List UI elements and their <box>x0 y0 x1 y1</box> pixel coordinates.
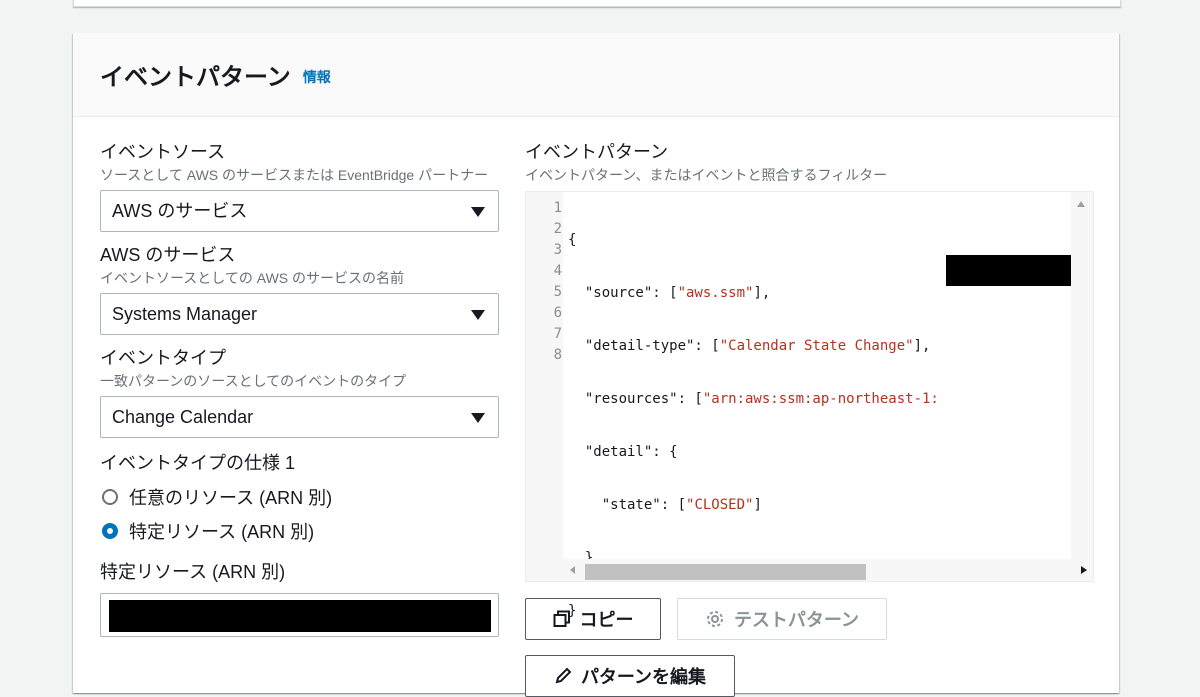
radio-specific-resource[interactable]: 特定リソース (ARN 別) <box>100 514 500 548</box>
pencil-icon <box>554 667 572 685</box>
code-line: "source": ["aws.ssm"], <box>568 283 939 304</box>
event-source-label: イベントソース <box>100 142 226 162</box>
code-string: "arn:aws:ssm:ap-northeast-1: <box>702 391 939 407</box>
code-key: "detail-type": [ <box>568 338 720 354</box>
event-type-label: イベントタイプ <box>100 348 226 368</box>
code-text: { <box>568 232 577 248</box>
code-text: ], <box>753 285 771 301</box>
code-line: "resources": ["arn:aws:ssm:ap-northeast-… <box>568 389 939 410</box>
caret-down-icon <box>471 310 485 320</box>
line-number: 4 <box>553 263 562 279</box>
aws-service-field: AWS のサービス イベントソースとしての AWS のサービスの名前 Syste… <box>100 244 500 335</box>
caret-down-icon <box>471 413 485 423</box>
aws-service-select[interactable]: Systems Manager <box>100 293 499 335</box>
line-number: 8 <box>553 347 562 363</box>
code-line: "detail": { <box>568 442 939 463</box>
event-pattern-column: イベントパターン イベントパターン、またはイベントと照合するフィルター 1 2 … <box>525 141 1095 697</box>
scroll-left-icon[interactable] <box>570 566 575 574</box>
line-number: 2 <box>553 221 562 237</box>
code-line: } <box>568 601 939 622</box>
event-type-field: イベントタイプ 一致パターンのソースとしてのイベントのタイプ Change Ca… <box>100 347 500 438</box>
event-pattern-card: イベントパターン 情報 イベントソース ソースとして AWS のサービスまたは … <box>73 33 1119 697</box>
event-source-description: ソースとして AWS のサービスまたは EventBridge パートナー <box>100 167 489 183</box>
radio-any-resource[interactable]: 任意のリソース (ARN 別) <box>100 480 500 514</box>
line-number: 6 <box>553 305 562 321</box>
event-type-select[interactable]: Change Calendar <box>100 396 499 438</box>
code-text: ] <box>753 497 762 513</box>
line-number: 1 <box>553 200 562 216</box>
radio-unchecked-icon[interactable] <box>102 489 118 505</box>
code-key: "source": [ <box>568 285 678 301</box>
event-source-field: イベントソース ソースとして AWS のサービスまたは EventBridge … <box>100 141 500 232</box>
specific-resource-field: 特定リソース (ARN 別) <box>100 561 500 637</box>
event-config-column: イベントソース ソースとして AWS のサービスまたは EventBridge … <box>100 141 500 637</box>
code-line: "detail-type": ["Calendar State Change"]… <box>568 336 939 357</box>
code-content: { "source": ["aws.ssm"], "detail-type": … <box>568 198 939 654</box>
event-type-value: Change Calendar <box>112 407 254 427</box>
aws-service-value: Systems Manager <box>112 304 258 324</box>
caret-down-icon <box>471 207 485 217</box>
vertical-scrollbar[interactable] <box>1071 192 1093 559</box>
code-string: "Calendar State Change" <box>719 338 914 354</box>
code-editor[interactable]: 1 2 3 4 5 6 7 8 { "source": ["aws.ssm"],… <box>525 191 1094 619</box>
redacted-account-id <box>946 255 1087 286</box>
aws-service-label: AWS のサービス <box>100 245 236 265</box>
card-title: イベントパターン <box>100 64 291 91</box>
scrollbar-thumb[interactable] <box>585 564 866 580</box>
code-key: "state": [ <box>568 497 687 513</box>
event-pattern-label: イベントパターン <box>525 142 669 162</box>
code-string: "CLOSED" <box>686 497 754 513</box>
card-header: イベントパターン 情報 <box>73 33 1119 117</box>
radio-any-resource-label: 任意のリソース (ARN 別) <box>129 488 333 508</box>
scroll-right-icon[interactable] <box>1081 566 1087 574</box>
event-type-spec-field: イベントタイプの仕様 1 任意のリソース (ARN 別) 特定リソース (ARN… <box>100 452 500 548</box>
event-type-spec-label: イベントタイプの仕様 1 <box>100 453 296 473</box>
code-string: "aws.ssm" <box>677 285 754 301</box>
event-type-description: 一致パターンのソースとしてのイベントのタイプ <box>100 373 407 389</box>
event-pattern-description: イベントパターン、またはイベントと照合するフィルター <box>525 167 888 183</box>
code-text: } <box>568 603 577 619</box>
code-key: "resources": [ <box>568 391 703 407</box>
edit-pattern-button[interactable]: パターンを編集 <box>525 655 735 697</box>
line-number-gutter: 1 2 3 4 5 6 7 8 <box>526 198 562 366</box>
line-number: 5 <box>553 284 562 300</box>
radio-specific-resource-label: 特定リソース (ARN 別) <box>129 522 315 542</box>
line-number: 3 <box>553 242 562 258</box>
scroll-up-icon[interactable] <box>1077 201 1085 207</box>
edit-pattern-label: パターンを編集 <box>580 667 707 687</box>
aws-service-description: イベントソースとしての AWS のサービスの名前 <box>100 270 405 286</box>
code-line: "state": ["CLOSED"] <box>568 495 939 516</box>
info-link[interactable]: 情報 <box>303 67 331 87</box>
horizontal-scrollbar[interactable] <box>563 559 1093 581</box>
radio-checked-icon[interactable] <box>102 523 118 539</box>
code-text: ], <box>913 338 931 354</box>
code-key: "detail": { <box>568 444 678 460</box>
previous-panel <box>73 0 1121 7</box>
event-source-value: AWS のサービス <box>112 201 248 221</box>
specific-resource-input[interactable] <box>100 593 499 637</box>
line-number: 7 <box>553 326 562 342</box>
code-line: { <box>568 230 939 251</box>
redacted-value <box>109 600 491 632</box>
specific-resource-label: 特定リソース (ARN 別) <box>100 562 286 582</box>
event-source-select[interactable]: AWS のサービス <box>100 190 499 232</box>
